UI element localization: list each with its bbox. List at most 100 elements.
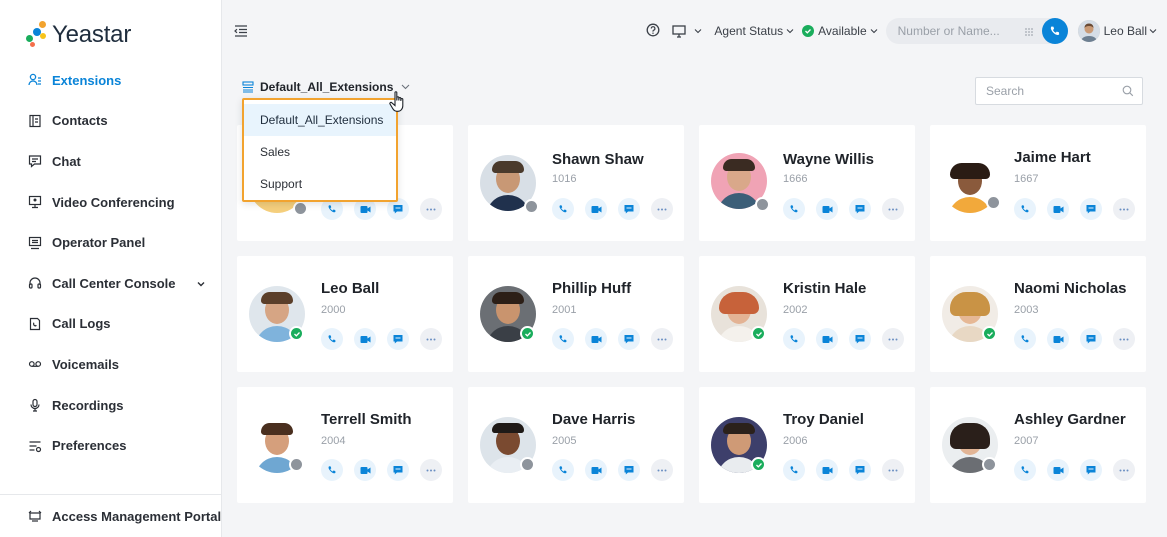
more-icon[interactable] (420, 328, 442, 350)
extension-card[interactable]: Dave Harris 2005 (468, 387, 684, 503)
video-call-icon[interactable] (354, 459, 376, 481)
more-icon[interactable] (882, 198, 904, 220)
video-call-icon[interactable] (1047, 459, 1069, 481)
sidebar-item-chat[interactable]: Chat (0, 141, 222, 182)
extension-card[interactable]: Wayne Willis 1666 (699, 125, 915, 241)
chevron-down-icon[interactable] (196, 277, 206, 292)
video-call-icon[interactable] (816, 198, 838, 220)
top-header: Agent Status Available Number or Name...… (222, 0, 1167, 58)
sidebar-item-voicemails[interactable]: Voicemails (0, 344, 222, 385)
available-status-icon (751, 457, 766, 472)
chat-icon[interactable] (1080, 198, 1102, 220)
call-icon[interactable] (321, 459, 343, 481)
call-icon[interactable] (552, 198, 574, 220)
more-icon[interactable] (651, 198, 673, 220)
call-icon[interactable] (321, 328, 343, 350)
sidebar-item-recordings[interactable]: Recordings (0, 385, 222, 426)
search-input[interactable]: Search (975, 77, 1143, 105)
help-icon[interactable] (646, 23, 660, 40)
call-button[interactable] (1041, 18, 1068, 44)
sidebar-item-video-conferencing[interactable]: Video Conferencing (0, 182, 222, 223)
call-logs-icon (28, 317, 42, 331)
video-call-icon[interactable] (1047, 198, 1069, 220)
call-icon[interactable] (1014, 328, 1036, 350)
dropdown-option-default-all-extensions[interactable]: Default_All_Extensions (244, 104, 396, 136)
call-icon[interactable] (783, 328, 805, 350)
sidebar-item-call-logs[interactable]: Call Logs (0, 304, 222, 345)
offline-status-icon (982, 457, 997, 472)
call-icon[interactable] (552, 328, 574, 350)
presence-dropdown[interactable]: Available (802, 24, 878, 38)
more-icon[interactable] (1113, 459, 1135, 481)
extension-card[interactable]: Terrell Smith 2004 (237, 387, 453, 503)
collapse-menu-icon[interactable] (234, 24, 248, 42)
extension-card[interactable]: Leo Ball 2000 (237, 256, 453, 372)
sidebar-item-extensions[interactable]: Extensions (0, 60, 222, 101)
dial-number-input[interactable]: Number or Name... (885, 18, 1068, 44)
video-call-icon[interactable] (816, 459, 838, 481)
sidebar-item-preferences[interactable]: Preferences (0, 425, 222, 466)
sidebar-item-operator-panel[interactable]: Operator Panel (0, 222, 222, 263)
chat-icon[interactable] (849, 328, 871, 350)
extension-card[interactable]: Phillip Huff 2001 (468, 256, 684, 372)
video-call-icon[interactable] (354, 328, 376, 350)
access-management-portal-link[interactable]: Access Management Portal (0, 494, 222, 537)
extension-name: Kristin Hale (783, 280, 867, 297)
microphone-icon (28, 398, 42, 412)
video-call-icon[interactable] (585, 328, 607, 350)
call-icon[interactable] (783, 198, 805, 220)
sidebar-item-label: Contacts (52, 113, 108, 129)
extension-card[interactable]: Ashley Gardner 2007 (930, 387, 1146, 503)
desktop-device-icon[interactable] (672, 24, 702, 38)
dropdown-option-support[interactable]: Support (244, 168, 396, 200)
chat-icon[interactable] (387, 328, 409, 350)
more-icon[interactable] (1113, 198, 1135, 220)
sidebar-item-call-center-console[interactable]: Call Center Console (0, 263, 222, 304)
extension-card[interactable]: Troy Daniel 2006 (699, 387, 915, 503)
extension-card[interactable]: Shawn Shaw 1016 (468, 125, 684, 241)
chat-icon[interactable] (387, 459, 409, 481)
offline-status-icon (755, 197, 770, 212)
video-call-icon[interactable] (585, 198, 607, 220)
dropdown-option-sales[interactable]: Sales (244, 136, 396, 168)
more-icon[interactable] (651, 459, 673, 481)
brand-name: Yeastar (52, 21, 132, 48)
extension-group-select[interactable]: Default_All_Extensions (242, 78, 410, 96)
offline-status-icon (986, 195, 1001, 210)
video-call-icon[interactable] (585, 459, 607, 481)
user-menu[interactable]: Leo Ball (1077, 20, 1157, 42)
chat-icon[interactable] (618, 328, 640, 350)
extension-card[interactable]: Naomi Nicholas 2003 (930, 256, 1146, 372)
chat-icon[interactable] (849, 459, 871, 481)
call-icon[interactable] (1014, 459, 1036, 481)
agent-status-dropdown[interactable]: Agent Status (714, 24, 794, 38)
chat-icon[interactable] (618, 198, 640, 220)
extension-number: 2006 (783, 435, 808, 447)
more-icon[interactable] (1113, 328, 1135, 350)
extension-number: 2003 (1014, 304, 1039, 316)
yeastar-logo[interactable]: Yeastar (24, 20, 131, 50)
video-call-icon[interactable] (1047, 328, 1069, 350)
extension-card[interactable]: Kristin Hale 2002 (699, 256, 915, 372)
chat-icon[interactable] (1080, 328, 1102, 350)
available-check-icon (802, 25, 815, 37)
more-icon[interactable] (882, 328, 904, 350)
more-icon[interactable] (420, 198, 442, 220)
sidebar-item-contacts[interactable]: Contacts (0, 101, 222, 142)
search-icon[interactable] (1122, 85, 1134, 100)
dialpad-icon[interactable] (1024, 26, 1034, 40)
chat-icon[interactable] (849, 198, 871, 220)
more-icon[interactable] (882, 459, 904, 481)
extension-actions (783, 459, 915, 481)
more-icon[interactable] (651, 328, 673, 350)
chat-icon[interactable] (1080, 459, 1102, 481)
call-icon[interactable] (1014, 198, 1036, 220)
chevron-down-icon (695, 29, 702, 34)
extension-actions (552, 459, 684, 481)
chat-icon[interactable] (618, 459, 640, 481)
video-call-icon[interactable] (816, 328, 838, 350)
call-icon[interactable] (783, 459, 805, 481)
extension-card[interactable]: Jaime Hart 1667 (930, 125, 1146, 241)
more-icon[interactable] (420, 459, 442, 481)
call-icon[interactable] (552, 459, 574, 481)
